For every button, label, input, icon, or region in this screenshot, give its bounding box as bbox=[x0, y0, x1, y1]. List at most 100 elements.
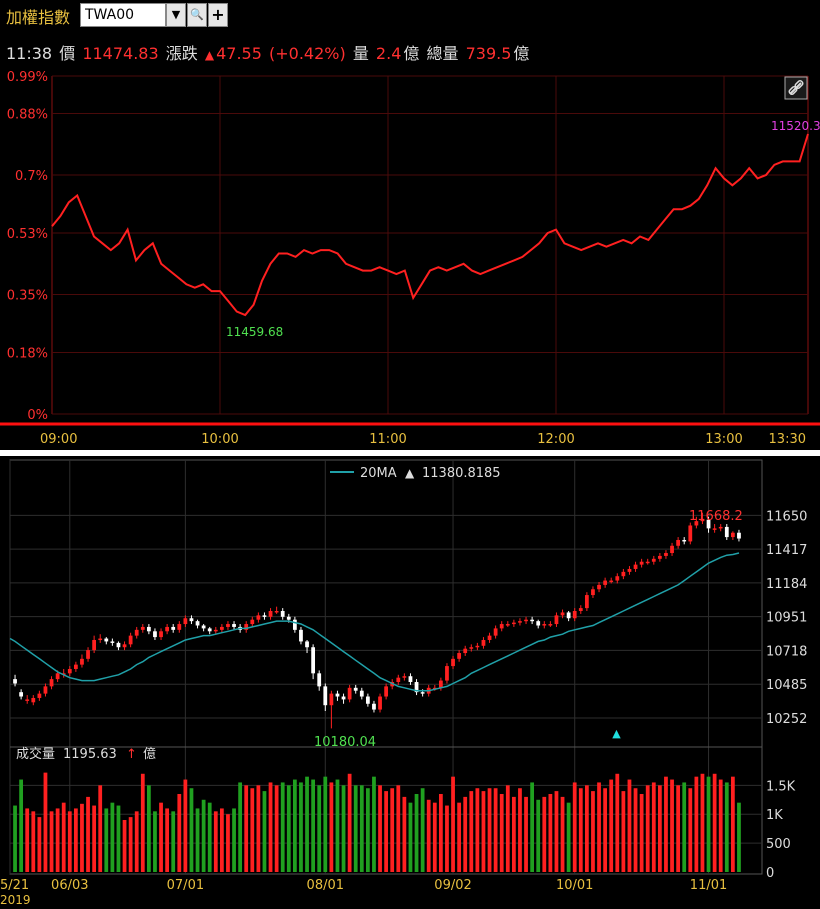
volume-bar bbox=[499, 794, 504, 872]
link-icon-button[interactable] bbox=[784, 76, 808, 100]
change-percent: (+0.42%) bbox=[269, 44, 346, 63]
daily-x-tick-label: 11/01 bbox=[690, 878, 727, 893]
volume-bar bbox=[426, 799, 431, 872]
volume-bar bbox=[122, 820, 127, 872]
panel-divider bbox=[0, 450, 820, 456]
intraday-y-tick-label: 0.88% bbox=[7, 108, 48, 123]
volume-bar bbox=[31, 811, 36, 872]
volume-bar bbox=[694, 776, 699, 872]
candle-body bbox=[408, 676, 413, 683]
volume-bar bbox=[633, 788, 638, 872]
volume-bar bbox=[591, 791, 595, 872]
daily-x-tick-label: 06/03 bbox=[51, 878, 88, 893]
volume-bar bbox=[402, 796, 407, 872]
volume-bars bbox=[13, 772, 741, 872]
daily-y-tick-label: 11184 bbox=[766, 577, 807, 592]
volume-bar bbox=[341, 785, 346, 872]
candle-body bbox=[299, 629, 303, 642]
intraday-y-tick-label: 0.35% bbox=[7, 289, 48, 304]
volume-bar bbox=[250, 788, 255, 872]
symbol-dropdown-button[interactable]: ▼ bbox=[166, 3, 186, 27]
volume-bar bbox=[451, 776, 455, 872]
daily-high-label: 11668.2 bbox=[689, 509, 743, 524]
daily-low-label: 10180.04 bbox=[314, 735, 376, 750]
intraday-y-tick-label: 0% bbox=[27, 408, 48, 423]
volume-bar bbox=[463, 796, 468, 872]
volume-bar bbox=[651, 782, 656, 872]
candle-body bbox=[13, 679, 17, 684]
intraday-y-axis: 0.99% 0.88% 0.7% 0.53% 0.35% 0.18% 0% bbox=[7, 70, 48, 423]
volume-bar bbox=[292, 779, 297, 872]
ma-legend-name: 20MA bbox=[360, 466, 397, 481]
volume-bar bbox=[353, 785, 358, 872]
volume-bar bbox=[414, 794, 419, 872]
candle-body bbox=[384, 686, 389, 697]
candle-body bbox=[499, 624, 504, 629]
daily-y-tick-label: 11417 bbox=[766, 543, 807, 558]
volume-bar bbox=[657, 785, 662, 872]
candle-body bbox=[469, 647, 474, 649]
candle-body bbox=[724, 526, 729, 538]
candle-body bbox=[80, 658, 84, 665]
daily-y-tick-label: 10252 bbox=[766, 712, 807, 727]
volume-header: 成交量 1195.63 ↑ 億 bbox=[16, 746, 156, 762]
volume-arrow-icon: ↑ bbox=[126, 747, 137, 762]
candle-body bbox=[536, 621, 541, 626]
volume-bar bbox=[390, 788, 395, 872]
candle-body bbox=[493, 628, 498, 636]
volume-bar bbox=[37, 817, 42, 872]
add-button[interactable]: + bbox=[208, 3, 228, 27]
volume-bar bbox=[566, 802, 571, 872]
candle-body bbox=[292, 619, 297, 630]
search-icon: 🔍 bbox=[190, 8, 204, 21]
volume-bar bbox=[365, 788, 370, 872]
candle-body bbox=[603, 580, 608, 585]
candle-body bbox=[572, 611, 577, 619]
volume-value: 2.4 bbox=[375, 44, 402, 63]
volume-bar bbox=[438, 794, 443, 872]
quote-line: 11:38 價 11474.83 漲跌 ▲ 47.55 (+0.42%) 量 2.… bbox=[6, 40, 531, 64]
volume-bar bbox=[609, 779, 614, 872]
candle-body bbox=[676, 539, 681, 546]
volume-bar bbox=[578, 788, 583, 872]
intraday-y-tick-label: 0.18% bbox=[7, 347, 48, 362]
volume-bar bbox=[55, 808, 60, 872]
volume-bar bbox=[603, 788, 608, 872]
candle-body bbox=[420, 692, 425, 694]
candle-body bbox=[195, 621, 200, 626]
candle-body bbox=[718, 526, 723, 529]
candle-body bbox=[55, 673, 60, 680]
search-button[interactable]: 🔍 bbox=[187, 3, 207, 27]
volume-bar bbox=[116, 805, 121, 872]
intraday-low-label: 11459.68 bbox=[226, 325, 283, 339]
candle-body bbox=[189, 618, 194, 622]
volume-bar bbox=[262, 791, 267, 872]
volume-bar bbox=[676, 785, 681, 872]
volume-bar bbox=[554, 791, 559, 872]
volume-bar bbox=[19, 779, 24, 872]
candle-body bbox=[609, 580, 614, 583]
volume-bar bbox=[128, 817, 133, 872]
daily-x-axis: 5/21 06/03 07/01 08/01 09/02 10/01 11/01 bbox=[0, 878, 727, 893]
candle-body bbox=[335, 693, 340, 697]
volume-bar bbox=[317, 785, 322, 872]
volume-bar bbox=[183, 779, 188, 872]
volume-bar bbox=[159, 802, 163, 872]
candle-body bbox=[639, 561, 644, 565]
candle-body bbox=[505, 624, 510, 626]
volume-bar bbox=[140, 773, 145, 872]
volume-bar bbox=[213, 811, 218, 872]
volume-bar bbox=[688, 788, 693, 872]
daily-y-tick-label: 10485 bbox=[766, 678, 807, 693]
candle-body bbox=[524, 619, 528, 622]
symbol-input[interactable] bbox=[80, 3, 166, 27]
volume-bar bbox=[664, 776, 668, 872]
candle-body bbox=[116, 642, 121, 648]
candle-body bbox=[37, 693, 42, 698]
candle-body bbox=[548, 624, 553, 626]
candle-body bbox=[256, 615, 261, 620]
candle-body bbox=[280, 611, 285, 617]
volume-y-tick-label: 1.5K bbox=[766, 779, 796, 794]
change-label: 漲跌 bbox=[165, 44, 198, 63]
volume-total: 1195.63 bbox=[63, 747, 117, 762]
